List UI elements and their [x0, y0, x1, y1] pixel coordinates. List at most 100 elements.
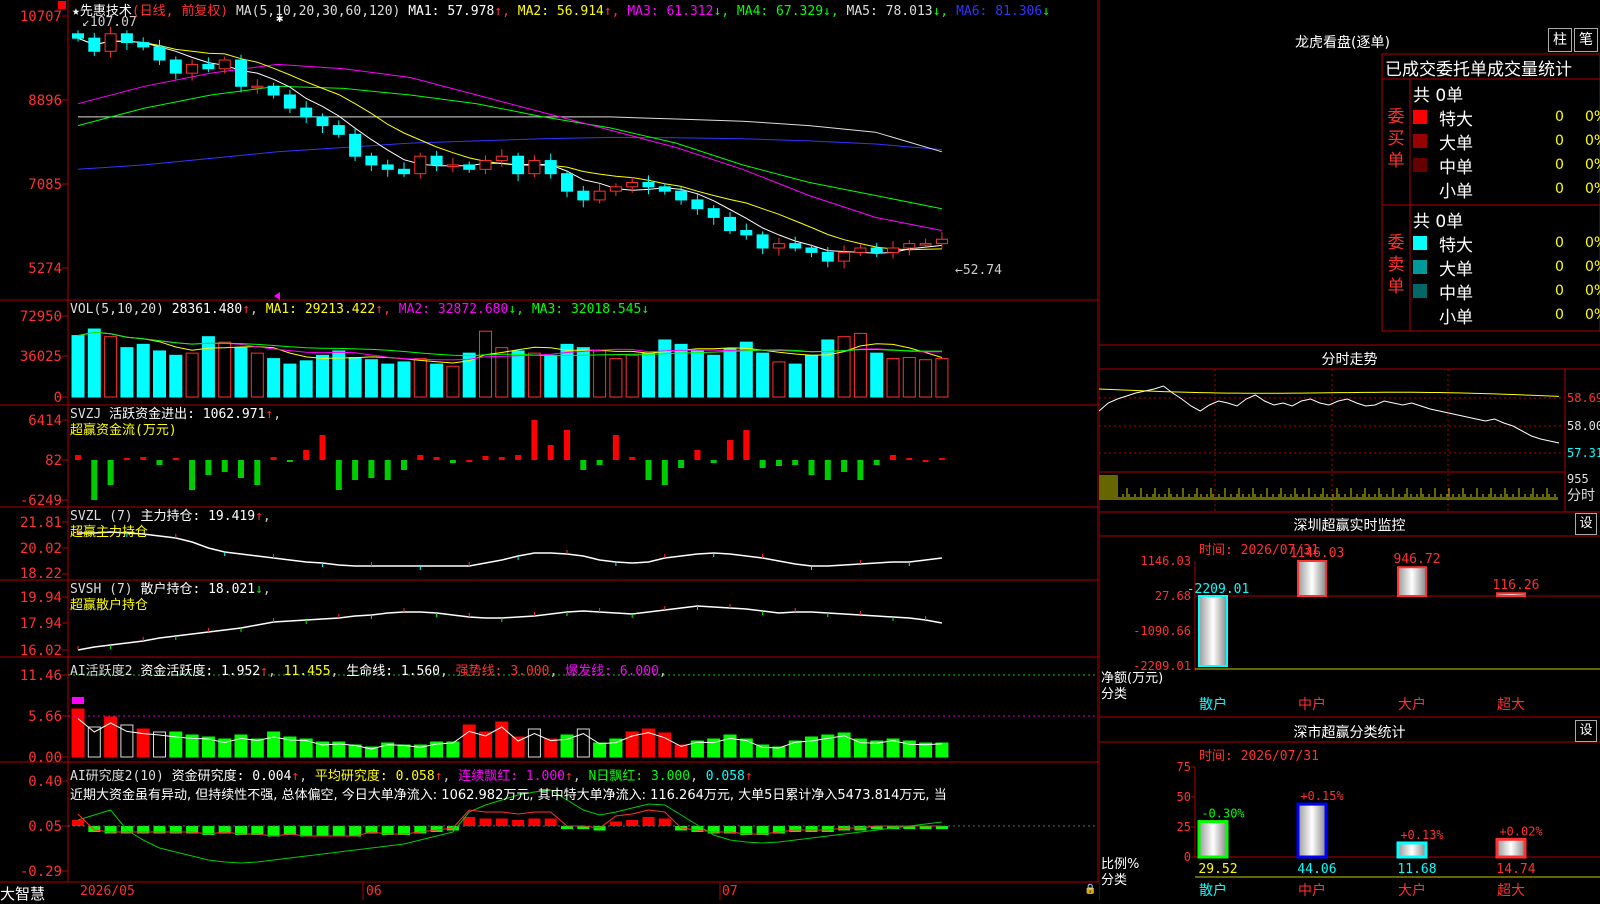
flow-bar: [254, 460, 261, 485]
research-bar: [642, 817, 655, 826]
flow-bar: [270, 457, 277, 460]
ai-act-panel-header: AI活跃度2 资金活跃度: 1.952↑, 11.455, 生命线: 1.560…: [70, 664, 667, 679]
candle-body: [675, 190, 688, 201]
candle-body: [430, 155, 443, 166]
ma-arrow: ↑,: [494, 4, 518, 19]
candle-body: [381, 164, 394, 170]
intraday-chart[interactable]: 58.69 58.00 57.31 955 分时: [1099, 369, 1600, 512]
lock-icon[interactable]: 🔒: [1084, 884, 1096, 895]
bar-mode-button[interactable]: 柱: [1548, 28, 1572, 52]
ai-res-panel-header: AI研究度2(10) 资金研究度: 0.004↑, 平均研究度: 0.058↑,…: [70, 769, 753, 784]
ai-res-axis-label: 0.40: [28, 774, 62, 790]
research-bar: [658, 818, 671, 826]
vol-ma-arrow: ↑,: [375, 302, 399, 317]
candle-body: [512, 155, 525, 175]
star-icon[interactable]: ★: [72, 4, 80, 19]
svsh-axis-label: 17.94: [20, 616, 62, 632]
flow-bar: [156, 460, 163, 465]
volume-bar: [364, 359, 378, 398]
ai-res-axis-label: -0.29: [20, 864, 62, 880]
classify-change: +0.13%: [1400, 828, 1444, 842]
stock-name[interactable]: 先惠技术: [80, 4, 132, 19]
candle-body: [756, 234, 769, 249]
candle-body: [349, 133, 362, 157]
order-color-swatch: [1413, 284, 1427, 298]
order-color-swatch: [1413, 134, 1427, 148]
classify-change: +0.02%: [1499, 824, 1543, 838]
ma-line: [77, 85, 942, 210]
monitor-settings-button[interactable]: 设: [1575, 513, 1597, 535]
ma-arrow: ↓,: [932, 4, 957, 19]
order-color-swatch: [1413, 158, 1427, 172]
candle-body: [283, 94, 296, 109]
intraday-title: 分时走势: [1321, 352, 1378, 368]
research-bar: [495, 818, 508, 826]
flow-bar: [596, 460, 603, 465]
svzj-label: SVZJ: [70, 407, 102, 422]
flow-bar: [759, 460, 766, 468]
flow-bar: [107, 460, 114, 485]
activity-bar: [853, 738, 867, 758]
flow-bar: [710, 460, 717, 463]
svzl-axis-label: 18.22: [20, 566, 62, 582]
classify-value: 11.68: [1397, 862, 1436, 877]
volume-bar: [316, 354, 329, 398]
activity-top-marker: [72, 697, 84, 704]
volume-bar: [853, 332, 867, 398]
flow-bar: [743, 430, 750, 460]
classify-bar-rect: [1296, 802, 1328, 859]
flow-bar: [775, 460, 782, 466]
intraday-axis: 58.69 58.00 57.31 955: [1567, 391, 1600, 486]
candle-body: [479, 160, 492, 170]
classify-bar: +0.13% 11.68: [1396, 828, 1444, 877]
activity-bar: [250, 738, 264, 758]
order-pct: 0%: [1585, 109, 1600, 125]
candle-body: [724, 216, 736, 232]
research-bar: [512, 820, 525, 826]
stats-tab-label[interactable]: 已成交委托单成交量统计: [1385, 55, 1599, 80]
ai-activity-bars: [71, 697, 949, 758]
activity-bar: [544, 738, 558, 758]
ai-res-v2: 0.058: [395, 769, 435, 784]
flow-bar: [466, 460, 473, 462]
corner-marker-icon[interactable]: [58, 1, 66, 9]
activity-bar: [462, 724, 476, 758]
candle-body: [463, 164, 476, 170]
svsh-value: 18.021: [208, 582, 256, 597]
svzl-axis-label: 21.81: [20, 515, 62, 531]
candle-body: [854, 247, 867, 253]
research-bar: [789, 826, 802, 832]
monitor-title: 深圳超赢实时监控: [1293, 518, 1406, 534]
research-bar: [609, 821, 622, 826]
volume-bar: [658, 339, 672, 398]
candle-body: [186, 63, 199, 74]
order-color-swatch: [1413, 260, 1427, 274]
monitor-axis-label: 1146.03: [1140, 554, 1191, 568]
order-row: 中单 0 0%: [1413, 279, 1600, 304]
flow-bar: [286, 460, 293, 462]
candle-body: [235, 59, 247, 87]
candle-body: [446, 164, 459, 167]
monitor-category: 散户: [1199, 696, 1227, 713]
volume-bar: [756, 352, 770, 398]
flow-bar: [335, 460, 342, 490]
vol-arrow: ↑: [242, 302, 251, 317]
monitor-chart[interactable]: 1146.0327.68-1090.66-2209.01净额(万元)分类-220…: [1099, 536, 1600, 717]
tick-mode-button[interactable]: 笔: [1574, 28, 1598, 52]
volume-bar: [267, 358, 281, 398]
intraday-vol-axis: 955: [1567, 472, 1589, 486]
svzj-subtitle: 超赢资金流(万元): [70, 423, 177, 438]
volume-bars: [71, 328, 949, 398]
classify-chart[interactable]: 75 50 25 0 比例%分类 -0.30% 29.52 散户 +0.15% 44.06 中户 +0…: [1099, 742, 1600, 900]
classify-settings-button[interactable]: 设: [1575, 720, 1597, 742]
volume-bar: [690, 350, 704, 398]
period-label[interactable]: (日线, 前复权): [132, 4, 228, 19]
ma-line: [77, 37, 942, 254]
ai-act-v3: 1.560: [400, 664, 441, 679]
brand-label[interactable]: 大智慧: [0, 883, 66, 904]
monitor-bar: 116.26: [1493, 578, 1539, 598]
order-category: 中单: [1439, 284, 1473, 304]
monitor-category: 大户: [1398, 696, 1426, 713]
volume-bar: [723, 348, 737, 398]
kline-chart-area[interactable]: 10707 8896 7085 5274 72950 36025 0 6414 …: [0, 0, 1099, 903]
